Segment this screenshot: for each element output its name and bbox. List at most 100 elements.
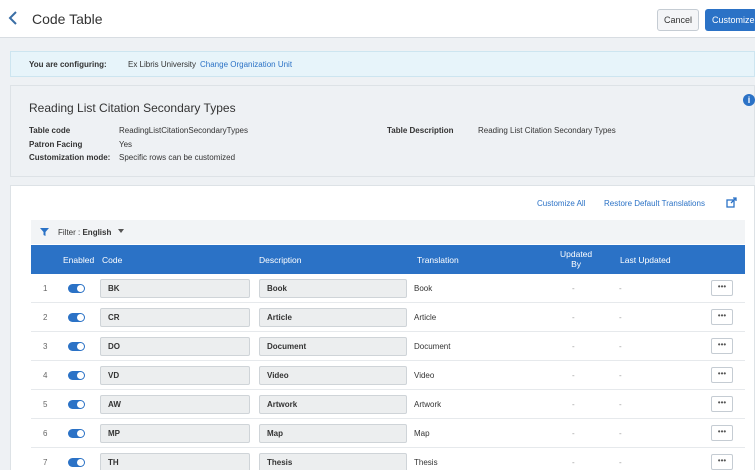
top-bar: Code Table Cancel Customize [0, 0, 755, 38]
filter-label: Filter : [58, 228, 81, 237]
row-index: 5 [43, 400, 48, 409]
last-updated-cell: - [619, 429, 622, 438]
enabled-toggle[interactable] [68, 342, 85, 351]
column-code[interactable]: Code [102, 255, 122, 265]
info-icon[interactable]: i [743, 94, 755, 106]
external-link-icon[interactable] [726, 197, 738, 209]
page-title: Code Table [32, 11, 103, 27]
column-updated-by-line1: Updated [560, 249, 593, 259]
row-index: 6 [43, 429, 48, 438]
description-field: Article [259, 308, 407, 327]
chevron-left-icon[interactable] [8, 10, 24, 28]
restore-default-translations-link[interactable]: Restore Default Translations [604, 199, 705, 208]
last-updated-cell: - [619, 284, 622, 293]
code-field: BK [100, 279, 250, 298]
enabled-toggle[interactable] [68, 400, 85, 409]
updated-by-cell: - [572, 313, 575, 322]
customization-mode-label: Customization mode: [29, 153, 111, 162]
enabled-toggle[interactable] [68, 284, 85, 293]
configuring-panel: You are configuring: Ex Libris Universit… [10, 51, 755, 77]
last-updated-cell: - [619, 342, 622, 351]
table-code-value: ReadingListCitationSecondaryTypes [119, 126, 248, 135]
table-row: 1 BK Book Book - - ••• [31, 274, 745, 303]
column-updated-by-line2: By [571, 259, 582, 269]
row-actions-button[interactable]: ••• [711, 280, 733, 296]
table-row: 2 CR Article Article - - ••• [31, 303, 745, 332]
table-row: 7 TH Thesis Thesis - - ••• [31, 448, 745, 470]
translation-cell: Thesis [414, 458, 438, 467]
code-field: DO [100, 337, 250, 356]
updated-by-cell: - [572, 400, 575, 409]
cancel-button[interactable]: Cancel [657, 9, 699, 31]
table-row: 4 VD Video Video - - ••• [31, 361, 745, 390]
code-field: TH [100, 453, 250, 470]
patron-facing-label: Patron Facing [29, 140, 83, 149]
table-description-value: Reading List Citation Secondary Types [478, 126, 616, 135]
organization-name: Ex Libris University [128, 60, 197, 69]
row-actions-button[interactable]: ••• [711, 367, 733, 383]
translation-cell: Map [414, 429, 430, 438]
row-index: 1 [43, 284, 48, 293]
customize-all-link[interactable]: Customize All [537, 199, 585, 208]
table-info-panel: Reading List Citation Secondary Types i … [10, 85, 755, 177]
customize-button[interactable]: Customize [705, 9, 755, 31]
chevron-down-icon[interactable] [118, 229, 124, 233]
column-translation[interactable]: Translation [417, 255, 459, 265]
translation-cell: Document [414, 342, 451, 351]
last-updated-cell: - [619, 313, 622, 322]
row-actions-button[interactable]: ••• [711, 425, 733, 441]
column-last-updated[interactable]: Last Updated [620, 255, 671, 265]
description-field: Document [259, 337, 407, 356]
last-updated-cell: - [619, 400, 622, 409]
translation-cell: Video [414, 371, 435, 380]
table-row: 5 AW Artwork Artwork - - ••• [31, 390, 745, 419]
row-actions-button[interactable]: ••• [711, 396, 733, 412]
filter-icon[interactable] [40, 228, 49, 236]
enabled-toggle[interactable] [68, 313, 85, 322]
column-description[interactable]: Description [259, 255, 302, 265]
enabled-toggle[interactable] [68, 429, 85, 438]
code-table: Enabled Code Description Translation Upd… [31, 245, 745, 470]
table-row: 6 MP Map Map - - ••• [31, 419, 745, 448]
table-description-label: Table Description [387, 126, 454, 135]
code-field: AW [100, 395, 250, 414]
row-actions-button[interactable]: ••• [711, 338, 733, 354]
row-actions-button[interactable]: ••• [711, 454, 733, 470]
table-header: Enabled Code Description Translation Upd… [31, 245, 745, 274]
last-updated-cell: - [619, 458, 622, 467]
code-field: VD [100, 366, 250, 385]
updated-by-cell: - [572, 429, 575, 438]
patron-facing-value: Yes [119, 140, 133, 149]
table-code-label: Table code [29, 126, 71, 135]
translation-cell: Artwork [414, 400, 442, 409]
updated-by-cell: - [572, 458, 575, 467]
enabled-toggle[interactable] [68, 458, 85, 467]
row-index: 2 [43, 313, 48, 322]
description-field: Book [259, 279, 407, 298]
column-enabled[interactable]: Enabled [63, 255, 94, 265]
description-field: Artwork [259, 395, 407, 414]
row-index: 7 [43, 458, 48, 467]
updated-by-cell: - [572, 284, 575, 293]
updated-by-cell: - [572, 342, 575, 351]
translation-cell: Article [414, 313, 437, 322]
language-filter[interactable]: Filter : English [58, 228, 111, 237]
filter-value: English [82, 228, 112, 237]
change-organization-link[interactable]: Change Organization Unit [200, 60, 292, 69]
updated-by-cell: - [572, 371, 575, 380]
code-field: CR [100, 308, 250, 327]
row-index: 3 [43, 342, 48, 351]
row-index: 4 [43, 371, 48, 380]
configuring-label: You are configuring: [29, 60, 107, 69]
description-field: Thesis [259, 453, 407, 470]
description-field: Map [259, 424, 407, 443]
column-updated-by[interactable]: Updated By [560, 249, 592, 269]
table-title: Reading List Citation Secondary Types [29, 101, 236, 115]
translation-cell: Book [414, 284, 433, 293]
code-field: MP [100, 424, 250, 443]
last-updated-cell: - [619, 371, 622, 380]
table-row: 3 DO Document Document - - ••• [31, 332, 745, 361]
code-table-panel: Customize All Restore Default Translatio… [10, 185, 755, 470]
row-actions-button[interactable]: ••• [711, 309, 733, 325]
enabled-toggle[interactable] [68, 371, 85, 380]
